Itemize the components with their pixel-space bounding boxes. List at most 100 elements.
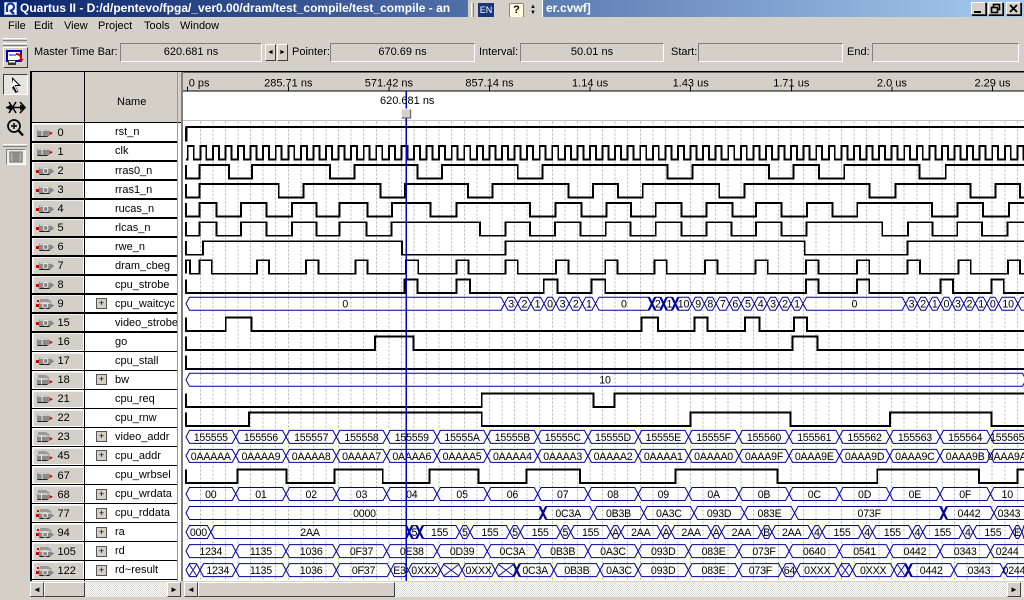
svg-text:4: 4 [965,527,971,539]
svg-text:0F37: 0F37 [352,565,376,577]
svg-text:5: 5 [412,527,418,539]
svg-text:0AAAA2: 0AAAA2 [594,451,633,463]
svg-text:10: 10 [1002,299,1014,311]
svg-text:093D: 093D [707,508,732,520]
svg-text:0XXX: 0XXX [804,565,830,577]
svg-text:0AAAA1: 0AAAA1 [644,451,683,463]
svg-text:073F: 073F [752,546,776,558]
svg-text:0B: 0B [758,489,771,501]
svg-text:1036: 1036 [300,565,323,577]
svg-text:0AAA9C: 0AAA9C [895,451,935,463]
svg-text:10: 10 [1002,489,1014,501]
svg-text:0C: 0C [808,489,822,501]
svg-text:000: 000 [190,527,207,539]
svg-text:1: 1 [667,299,673,311]
svg-text:155: 155 [884,527,901,539]
svg-text:0AAAA6: 0AAAA6 [392,451,431,463]
svg-text:0442: 0442 [920,565,943,577]
svg-text:2: 2 [782,299,788,311]
svg-text:0000: 0000 [353,508,376,520]
svg-text:06: 06 [507,489,519,501]
svg-text:0442: 0442 [904,546,927,558]
svg-text:5: 5 [512,527,518,539]
svg-text:8: 8 [707,299,713,311]
svg-text:5: 5 [462,527,468,539]
svg-text:155564: 155564 [948,432,982,444]
svg-text:15555B: 15555B [495,432,530,444]
svg-text:15555F: 15555F [696,432,731,444]
svg-text:0XXX: 0XXX [465,565,491,577]
svg-text:0AAAA0: 0AAAA0 [694,451,733,463]
svg-text:0A3C: 0A3C [656,508,682,520]
svg-text:0343: 0343 [998,508,1021,520]
svg-text:A: A [713,527,721,539]
svg-text:1: 1 [535,299,541,311]
svg-text:09: 09 [658,489,670,501]
svg-text:9: 9 [695,299,701,311]
svg-text:083E: 083E [702,565,726,577]
svg-text:155565: 155565 [990,432,1024,444]
svg-text:155: 155 [934,527,951,539]
svg-text:1036: 1036 [300,546,323,558]
svg-text:0D: 0D [858,489,872,501]
svg-text:10: 10 [678,299,690,311]
svg-text:155557: 155557 [294,432,328,444]
svg-text:0F: 0F [959,489,972,501]
svg-text:0: 0 [342,299,348,311]
svg-text:155: 155 [582,527,599,539]
svg-text:155558: 155558 [344,432,378,444]
svg-text:0A: 0A [707,489,721,501]
svg-text:0: 0 [852,299,858,311]
svg-text:0AAA9B: 0AAA9B [946,451,985,463]
svg-text:0A3C: 0A3C [600,546,626,558]
svg-text:0541: 0541 [853,546,876,558]
svg-text:0AAAA4: 0AAAA4 [493,451,532,463]
svg-text:08: 08 [607,489,619,501]
svg-text:2AA: 2AA [631,527,652,539]
svg-text:0AAA9F: 0AAA9F [745,451,784,463]
svg-text:1: 1 [586,299,592,311]
svg-text:0C3A: 0C3A [555,508,582,520]
svg-text:0244: 0244 [996,546,1019,558]
svg-text:093D: 093D [651,565,676,577]
svg-text:15555C: 15555C [545,432,581,444]
svg-text:01: 01 [255,489,267,501]
svg-text:2: 2 [521,299,527,311]
svg-text:0B3B: 0B3B [564,565,589,577]
svg-text:155: 155 [984,527,1001,539]
svg-text:2AA: 2AA [782,527,803,539]
svg-text:64: 64 [784,565,796,577]
svg-text:3: 3 [909,299,915,311]
svg-text:155562: 155562 [848,432,882,444]
svg-text:155561: 155561 [797,432,831,444]
svg-text:0: 0 [621,299,627,311]
svg-text:0E38: 0E38 [400,546,424,558]
svg-text:0AAAA5: 0AAAA5 [443,451,482,463]
svg-text:1: 1 [978,299,984,311]
svg-text:2: 2 [920,299,926,311]
svg-text:155: 155 [481,527,498,539]
svg-text:155556: 155556 [244,432,278,444]
svg-text:2: 2 [655,299,661,311]
svg-text:15555E: 15555E [646,432,681,444]
svg-text:4: 4 [864,527,870,539]
svg-text:4: 4 [915,527,921,539]
svg-text:5: 5 [745,299,751,311]
svg-text:0D39: 0D39 [450,546,475,558]
svg-text:2: 2 [967,299,973,311]
svg-text:0: 0 [990,299,996,311]
svg-text:0: 0 [547,299,553,311]
svg-text:155559: 155559 [395,432,429,444]
svg-text:155560: 155560 [747,432,781,444]
svg-text:083E: 083E [702,546,726,558]
svg-text:073F: 073F [858,508,882,520]
svg-text:0A3C: 0A3C [606,565,632,577]
svg-text:1135: 1135 [250,546,272,558]
svg-text:0343: 0343 [968,565,991,577]
svg-text:0XXX: 0XXX [860,565,886,577]
svg-text:6: 6 [732,299,738,311]
svg-text:0C3A: 0C3A [522,565,549,577]
svg-text:04: 04 [406,489,418,501]
svg-text:4: 4 [758,299,764,311]
svg-text:E: E [1014,527,1021,539]
